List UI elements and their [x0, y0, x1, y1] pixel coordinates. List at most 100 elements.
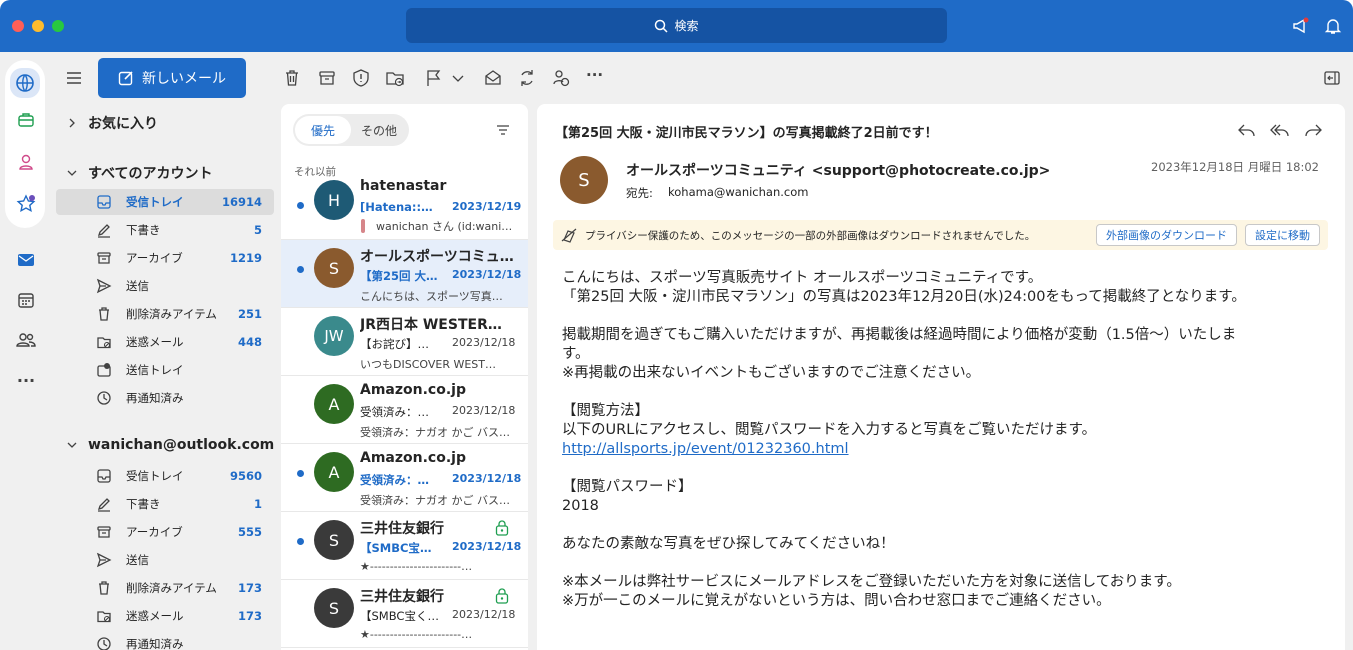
megaphone-icon[interactable] — [1291, 16, 1311, 36]
lock-icon — [495, 520, 509, 536]
message-preview: ★-----------------------… — [360, 560, 473, 573]
account-header[interactable]: wanichan@outlook.com — [66, 437, 274, 453]
archive-icon — [96, 250, 114, 266]
message-item[interactable]: Hhatenastar [Hatena::S]… 2023/12/19 wanicha… — [281, 176, 528, 240]
favorites-label: お気に入り — [88, 116, 158, 132]
message-item[interactable]: JW JR西日本 WESTER… 【お詫び】メー… 2023/12/18 いつもDISC… — [281, 308, 528, 376]
folder-deleted[interactable]: 削除済みアイテム 251 — [56, 301, 274, 327]
reply-all-icon[interactable] — [1270, 122, 1290, 138]
hamburger-menu-icon[interactable] — [64, 68, 84, 88]
go-to-settings-button[interactable]: 設定に移動 — [1245, 224, 1320, 246]
message-item[interactable]: S オールスポーツコミュ… 【第25回 大… 2023/12/18 こんにちは、スポーツ… — [281, 240, 528, 308]
folder-count: 1 — [253, 497, 262, 511]
person-icon[interactable] — [14, 150, 38, 174]
archive-icon[interactable] — [317, 68, 337, 88]
forward-icon[interactable] — [1303, 122, 1323, 138]
flag-icon[interactable] — [424, 68, 444, 88]
people-icon[interactable] — [14, 328, 38, 352]
folder-inbox[interactable]: 受信トレイ 16914 — [56, 189, 274, 215]
filter-icon[interactable] — [495, 122, 511, 138]
folder-junk[interactable]: 迷惑メール 173 — [56, 603, 274, 629]
favorites-header[interactable]: お気に入り — [66, 113, 158, 133]
folder-archive[interactable]: アーカイブ 1219 — [56, 245, 274, 271]
message-preview: いつもDISCOVER WEST… — [360, 358, 496, 371]
more-apps-icon[interactable]: ··· — [14, 368, 38, 392]
move-to-folder-icon[interactable] — [385, 68, 405, 88]
message-item[interactable]: A Amazon.co.jp 受領済み：ナ… 2023/12/18 受領済み：ナガオ か… — [281, 444, 528, 512]
trash-icon — [96, 306, 114, 322]
calendar-icon[interactable] — [14, 288, 38, 312]
inbox-icon — [96, 194, 114, 210]
folder-snoozed[interactable]: 再通知済み — [56, 385, 274, 411]
expand-reading-pane-icon[interactable] — [1322, 68, 1342, 88]
report-shield-icon[interactable] — [351, 68, 371, 88]
search-box[interactable]: 検索 — [406, 8, 947, 43]
folder-draft[interactable]: 下書き 5 — [56, 217, 274, 243]
message-subject: 【第25回 大… — [360, 269, 438, 283]
folder-sent[interactable]: 送信 — [56, 273, 274, 299]
chevron-down-icon[interactable] — [450, 68, 470, 88]
folder-deleted[interactable]: 削除済みアイテム 173 — [56, 575, 274, 601]
rules-icon[interactable] — [551, 68, 571, 88]
folder-archive[interactable]: アーカイブ 555 — [56, 519, 274, 545]
message-item[interactable]: A Amazon.co.jp 受領済み：ナ… 2023/12/18 受領済み：ナガオ か… — [281, 376, 528, 444]
body-link[interactable]: http://allsports.jp/event/01232360.html — [562, 440, 1322, 459]
category-marker — [361, 219, 365, 233]
compose-icon — [118, 70, 134, 86]
sync-icon[interactable] — [517, 68, 537, 88]
sender-avatar: JW — [314, 316, 354, 356]
message-sender: Amazon.co.jp — [360, 450, 466, 466]
message-sender: Amazon.co.jp — [360, 382, 466, 398]
delete-icon[interactable] — [282, 68, 302, 88]
sender-avatar: S — [314, 588, 354, 628]
search-label: 検索 — [674, 19, 699, 33]
star-icon[interactable] — [14, 192, 38, 216]
sender-avatar: S — [314, 520, 354, 560]
message-subject: 【SMBC宝く… — [360, 541, 440, 555]
folder-draft[interactable]: 下書き 1 — [56, 491, 274, 517]
folder-outbox[interactable]: 送信トレイ — [56, 357, 274, 383]
folder-label: 削除済みアイテム — [126, 307, 217, 321]
sender-avatar[interactable]: S — [560, 156, 608, 204]
message-date: 2023/12/19 — [452, 200, 522, 213]
zoom-window-button[interactable] — [52, 20, 64, 32]
sender-name[interactable]: オールスポーツコミュニティ <support@photocreate.co.jp… — [626, 160, 1050, 180]
message-item[interactable]: S 三井住友銀行 【SMBC宝く… 2023/12/18 ★--------------… — [281, 512, 528, 580]
new-mail-button[interactable]: 新しいメール — [98, 58, 246, 98]
folder-sent[interactable]: 送信 — [56, 547, 274, 573]
body-line — [562, 554, 1322, 573]
folder-snoozed[interactable]: 再通知済み — [56, 631, 274, 650]
body-line: 【閲覧パスワード】 — [562, 479, 693, 495]
mail-icon[interactable] — [14, 248, 38, 272]
folder-label: 迷惑メール — [126, 609, 184, 623]
tab-other[interactable]: その他 — [351, 116, 407, 144]
globe-icon[interactable] — [10, 68, 40, 98]
more-actions-icon[interactable]: ··· — [586, 66, 606, 86]
message-date: 2023/12/18 — [452, 336, 516, 349]
message-subject: [Hatena::S]… — [360, 200, 440, 214]
folder-inbox[interactable]: 受信トレイ 9560 — [56, 463, 274, 489]
junk-folder-icon — [96, 334, 114, 350]
folder-count: 448 — [237, 335, 262, 349]
download-images-button[interactable]: 外部画像のダウンロード — [1096, 224, 1237, 246]
all-accounts-header[interactable]: すべてのアカウント — [66, 163, 212, 183]
reply-icon[interactable] — [1237, 122, 1257, 138]
close-window-button[interactable] — [12, 20, 24, 32]
minimize-window-button[interactable] — [32, 20, 44, 32]
briefcase-icon[interactable] — [14, 108, 38, 132]
chevron-down-icon — [66, 167, 78, 179]
app-rail: ··· — [0, 52, 52, 650]
body-line — [562, 307, 1322, 326]
tab-focused[interactable]: 優先 — [295, 116, 351, 144]
message-item[interactable]: S 三井住友銀行 【SMBC宝く… 2023/12/18 ★--------------… — [281, 580, 528, 648]
message-sender: 三井住友銀行 — [360, 589, 444, 605]
folder-label: 再通知済み — [126, 637, 184, 650]
inbox-tabs: 優先 その他 — [293, 114, 409, 146]
bell-icon[interactable] — [1323, 16, 1343, 36]
message-subject: 受領済み：ナ… — [360, 405, 440, 419]
mark-read-icon[interactable] — [483, 68, 503, 88]
folder-junk[interactable]: 迷惑メール 448 — [56, 329, 274, 355]
message-sender: 三井住友銀行 — [360, 521, 444, 537]
recipient[interactable]: kohama@wanichan.com — [668, 185, 808, 199]
chevron-down-icon — [66, 439, 78, 451]
